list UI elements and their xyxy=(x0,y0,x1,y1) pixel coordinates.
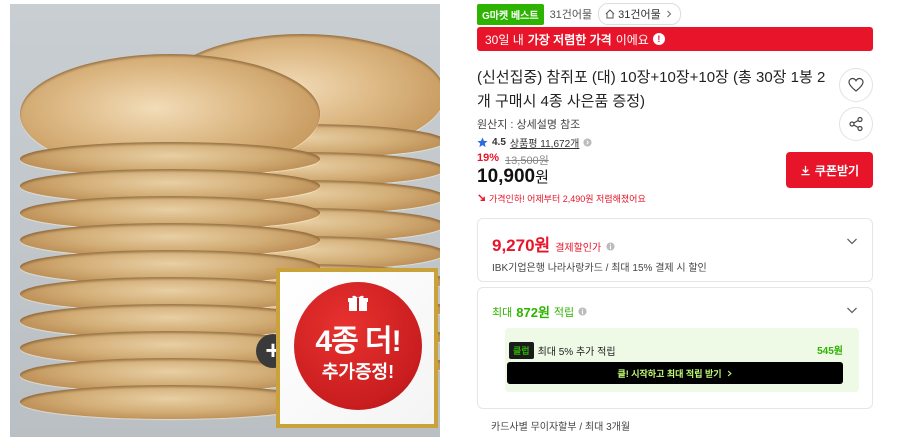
share-button[interactable] xyxy=(839,107,873,141)
info-icon[interactable] xyxy=(606,242,615,251)
promo-subline: 추가증정! xyxy=(321,362,395,382)
origin-label: 원산지 : 상세설명 참조 xyxy=(477,119,581,131)
points-line: 최대 872원 적립 xyxy=(492,302,587,321)
chevron-right-icon xyxy=(583,138,592,147)
chevron-down-icon[interactable] xyxy=(846,304,858,316)
card-discount-price: 9,270원 xyxy=(492,236,551,255)
sale-price-number: 10,900 xyxy=(477,166,536,187)
review-count-link[interactable]: 상품평 11,672개 xyxy=(510,135,579,150)
wishlist-button[interactable] xyxy=(839,68,873,102)
promo-badge: 4종 더! 추가증정! xyxy=(276,268,438,428)
rating-row: 4.5 상품평 11,672개 xyxy=(477,135,592,150)
gift-icon xyxy=(348,295,368,311)
coupon-label: 쿠폰받기 xyxy=(814,163,860,178)
membership-label: 최대 5% 추가 적립 xyxy=(537,347,616,358)
points-prefix: 최대 xyxy=(492,306,513,319)
banner-suffix: 이에요 xyxy=(615,32,649,47)
gmarket-best-badge: G마켓 베스트 xyxy=(477,3,544,25)
banner-prefix: 30일 내 xyxy=(485,32,524,47)
price-drop-note: 가격인하! 어제부터 2,490원 저렴해졌어요 xyxy=(477,192,646,205)
points-amount: 872원 xyxy=(516,305,550,320)
promo-circle: 4종 더! 추가증정! xyxy=(294,282,422,410)
jerky-stack-front xyxy=(20,54,320,434)
product-title: (신선집중) 참쥐포 (대) 10장+10장+10장 (총 30장 1봉 2개 … xyxy=(477,69,826,110)
home-icon xyxy=(605,9,615,19)
banner-highlight: 가장 저렴한 가격 xyxy=(527,32,612,47)
sale-price: 10,900원 xyxy=(477,166,549,188)
store-link[interactable]: 31건어물 xyxy=(598,3,681,25)
price-drop-text: 가격인하! 어제부터 2,490원 저렴해졌어요 xyxy=(489,194,646,204)
card-discount-description: IBK기업은행 나라사랑카드 / 최대 15% 결제 시 할인 xyxy=(492,263,707,274)
rating-value: 4.5 xyxy=(492,137,506,148)
product-info-panel: G마켓 베스트 31건어물 31건어물 30일 내 가장 저렴한 가격 이에요 … xyxy=(477,0,877,448)
store-name: 31건어물 xyxy=(618,9,661,21)
card-discount-line: 9,270원 결제할인가 xyxy=(492,231,615,256)
card-discount-box[interactable]: 9,270원 결제할인가 IBK기업은행 나라사랑카드 / 최대 15% 결제 … xyxy=(477,218,873,282)
info-icon[interactable]: ! xyxy=(652,33,665,45)
lowest-price-banner: 30일 내 가장 저렴한 가격 이에요 ! xyxy=(477,27,873,51)
card-discount-label: 결제할인가 xyxy=(555,243,602,254)
membership-tag: 클럽 xyxy=(509,342,534,359)
points-suffix: 적립 xyxy=(553,306,575,319)
coupon-button[interactable]: 쿠폰받기 xyxy=(786,152,873,188)
membership-amount: 545원 xyxy=(817,346,843,357)
share-icon xyxy=(849,116,863,132)
heart-icon xyxy=(848,77,864,92)
chevron-down-icon[interactable] xyxy=(846,235,858,247)
arrow-down-icon xyxy=(478,194,485,202)
star-icon xyxy=(477,137,488,148)
membership-join-button[interactable]: 클! 시작하고 최대 적립 받기 xyxy=(507,362,843,384)
chevron-right-icon xyxy=(727,370,732,376)
membership-panel: 클럽 최대 5% 추가 적립 545원 클! 시작하고 최대 적립 받기 xyxy=(505,328,859,392)
installment-info: 카드사별 무이자할부 / 최대 3개월 xyxy=(491,422,631,433)
promo-headline: 4종 더! xyxy=(315,325,401,358)
seller-name-label: 31건어물 xyxy=(549,9,593,21)
product-image[interactable]: + 4종 더! 추가증정! xyxy=(10,4,440,437)
membership-button-label: 클! 시작하고 최대 적립 받기 xyxy=(617,368,722,379)
info-icon[interactable] xyxy=(578,307,587,316)
download-icon xyxy=(801,165,810,175)
membership-head: 클럽 최대 5% 추가 적립 xyxy=(509,342,616,359)
chevron-right-icon xyxy=(666,10,672,18)
sale-price-unit: 원 xyxy=(535,169,549,186)
badge-row: G마켓 베스트 31건어물 31건어물 xyxy=(477,3,681,25)
